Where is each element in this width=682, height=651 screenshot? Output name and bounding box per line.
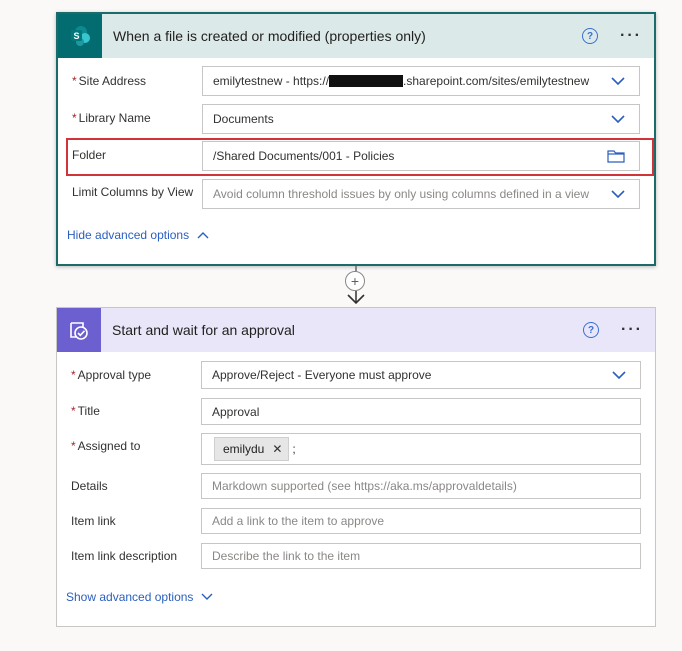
chevron-up-icon — [197, 232, 209, 239]
show-advanced-options-link[interactable]: Show advanced options — [66, 590, 213, 604]
chevron-down-icon[interactable] — [611, 77, 625, 85]
library-name-label: * Library Name — [72, 111, 151, 125]
item-link-description-input[interactable]: Describe the link to the item — [201, 543, 641, 569]
svg-text:S: S — [73, 31, 79, 41]
sharepoint-icon: S — [58, 14, 102, 58]
approval-type-value: Approve/Reject - Everyone must approve — [212, 368, 432, 382]
folder-icon[interactable] — [607, 149, 625, 163]
assigned-to-label: * Assigned to — [71, 439, 141, 453]
chevron-down-icon[interactable] — [611, 190, 625, 198]
question-circle-icon[interactable]: ? — [582, 28, 599, 44]
title-label: * Title — [71, 404, 100, 418]
more-options-button[interactable]: ··· — [620, 27, 642, 45]
item-link-input[interactable]: Add a link to the item to approve — [201, 508, 641, 534]
arrow-down-icon — [347, 291, 365, 305]
question-circle-icon[interactable]: ? — [583, 322, 600, 338]
title-input[interactable]: Approval — [201, 398, 641, 425]
redacted-block — [329, 75, 404, 87]
trigger-header[interactable]: S When a file is created or modified (pr… — [58, 14, 654, 58]
title-value: Approval — [212, 404, 260, 419]
show-advanced-label: Show advanced options — [66, 590, 194, 604]
trigger-title: When a file is created or modified (prop… — [113, 28, 426, 44]
site-address-label: * Site Address — [72, 74, 147, 88]
assigned-to-input[interactable]: emilydu ✕ ; — [201, 433, 641, 465]
limit-columns-dropdown[interactable]: Avoid column threshold issues by only us… — [202, 179, 640, 209]
limit-columns-placeholder: Avoid column threshold issues by only us… — [213, 187, 589, 201]
folder-label: Folder — [72, 148, 107, 162]
chevron-down-icon — [201, 593, 213, 600]
hide-advanced-label: Hide advanced options — [67, 228, 190, 242]
more-options-button[interactable]: ··· — [621, 321, 643, 339]
approval-icon — [57, 308, 101, 352]
site-address-dropdown[interactable]: emilytestnew - https:// .sharepoint.com/s… — [202, 66, 640, 96]
chevron-down-icon[interactable] — [612, 371, 626, 379]
add-step-button[interactable]: + — [345, 271, 365, 291]
folder-value: /Shared Documents/001 - Policies — [213, 149, 395, 163]
details-input[interactable]: Markdown supported (see https://aka.ms/a… — [201, 473, 641, 499]
details-placeholder: Markdown supported (see https://aka.ms/a… — [212, 479, 517, 493]
approval-action-card: Start and wait for an approval ? ··· * Ap… — [56, 307, 656, 627]
hide-advanced-options-link[interactable]: Hide advanced options — [67, 228, 209, 242]
assignee-token: emilydu ✕ — [214, 437, 290, 461]
site-address-suffix: .sharepoint.com/sites/emilytestnew — [403, 74, 590, 88]
library-name-value: Documents — [213, 112, 274, 126]
site-address-prefix: emilytestnew - https:// — [213, 74, 330, 88]
sharepoint-trigger-card: S When a file is created or modified (pr… — [56, 12, 656, 266]
separator: ; — [292, 442, 296, 456]
item-link-description-placeholder: Describe the link to the item — [212, 549, 361, 563]
approval-header[interactable]: Start and wait for an approval ? ··· — [57, 308, 655, 352]
remove-token-icon[interactable]: ✕ — [272, 442, 282, 456]
folder-field[interactable]: /Shared Documents/001 - Policies — [202, 141, 640, 171]
chevron-down-icon[interactable] — [611, 115, 625, 123]
details-label: Details — [71, 479, 108, 493]
library-name-dropdown[interactable]: Documents — [202, 104, 640, 134]
item-link-label: Item link — [71, 514, 116, 528]
item-link-placeholder: Add a link to the item to approve — [212, 514, 385, 528]
item-link-description-label: Item link description — [71, 549, 178, 563]
approval-type-label: * Approval type — [71, 368, 152, 382]
limit-columns-label: Limit Columns by View — [72, 185, 194, 199]
assignee-name: emilydu — [223, 442, 265, 456]
approval-title: Start and wait for an approval — [112, 322, 295, 338]
approval-type-dropdown[interactable]: Approve/Reject - Everyone must approve — [201, 361, 641, 389]
